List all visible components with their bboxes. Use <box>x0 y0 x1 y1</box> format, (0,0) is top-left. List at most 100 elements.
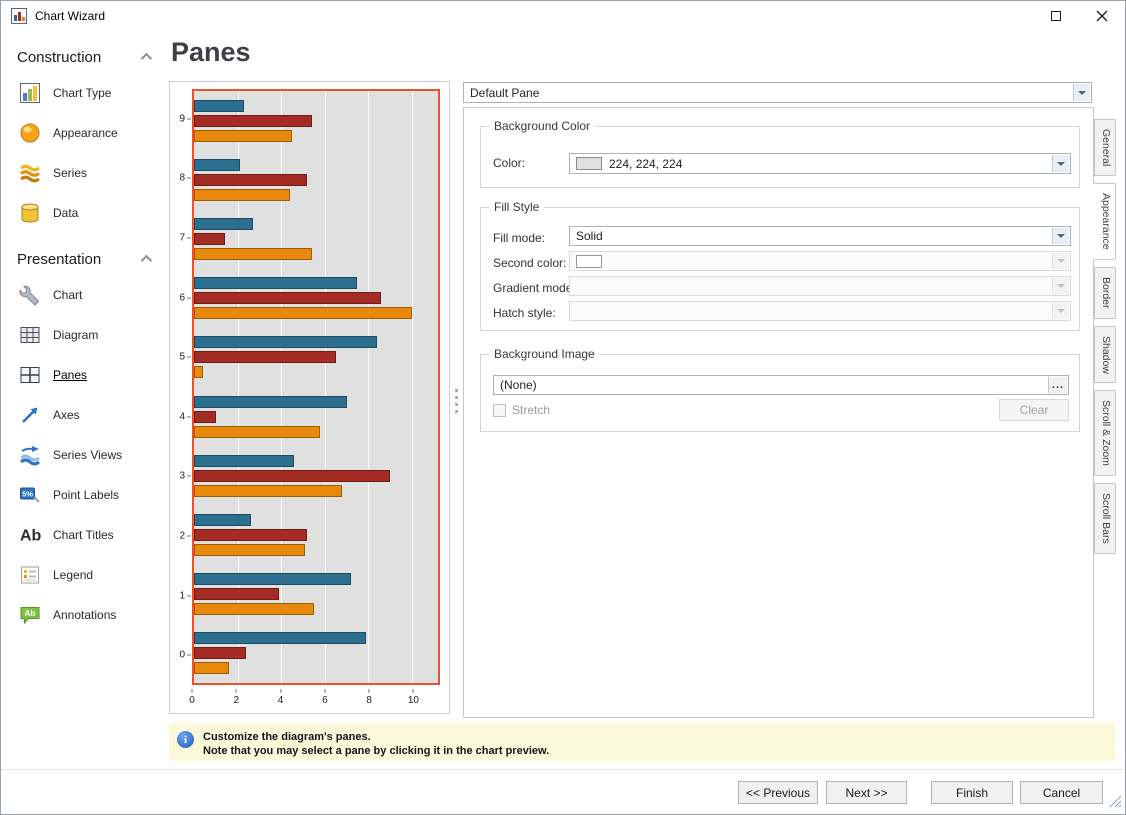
previous-button[interactable]: << Previous <box>738 781 818 804</box>
sidebar-item-axes[interactable]: Axes <box>1 395 165 435</box>
x-axis-label: 8 <box>366 695 372 706</box>
info-bar: i Customize the diagram's panes. Note th… <box>169 723 1115 761</box>
bar-orange-6 <box>194 307 412 319</box>
bar-group-5 <box>194 328 438 387</box>
bar-group-1 <box>194 565 438 624</box>
sidebar-item-annotations[interactable]: AbAnnotations <box>1 595 165 635</box>
svg-text:Ab: Ab <box>25 609 36 618</box>
x-axis-tick <box>280 689 281 693</box>
titlebar: Chart Wizard <box>1 1 1125 31</box>
bar-blue-1 <box>194 573 351 585</box>
pane-selector-dropdown[interactable]: Default Pane <box>463 82 1092 103</box>
y-axis-tick <box>187 536 191 537</box>
sidebar-item-chart-titles[interactable]: AbChart Titles <box>1 515 165 555</box>
sidebar-item-label: Data <box>53 206 78 220</box>
tab-border[interactable]: Border <box>1094 267 1116 319</box>
data-icon <box>17 200 43 226</box>
bar-group-9 <box>194 91 438 150</box>
resize-grip[interactable] <box>1109 795 1122 811</box>
bar-red-3 <box>194 470 390 482</box>
fill-mode-dropdown[interactable]: Solid <box>569 226 1071 246</box>
sidebar-item-label: Appearance <box>53 126 118 140</box>
tab-appearance[interactable]: Appearance <box>1093 183 1116 260</box>
bar-red-6 <box>194 292 381 304</box>
cancel-button[interactable]: Cancel <box>1020 781 1103 804</box>
x-axis-tick <box>369 689 370 693</box>
color-label: Color: <box>493 153 525 173</box>
y-axis-label: 7 <box>179 233 185 244</box>
info-icon: i <box>177 731 194 748</box>
close-icon <box>1096 10 1108 22</box>
chart-wizard-window: Chart Wizard Construction Chart Type Appea… <box>0 0 1126 815</box>
bar-orange-5 <box>194 366 203 378</box>
default-pane[interactable] <box>192 89 440 685</box>
sidebar-item-series-views[interactable]: Series Views <box>1 435 165 475</box>
tab-scroll-zoom[interactable]: Scroll & Zoom <box>1094 390 1116 476</box>
tab-general[interactable]: General <box>1094 119 1116 176</box>
y-axis-label: 3 <box>179 471 185 482</box>
maximize-button[interactable] <box>1033 1 1079 31</box>
bar-blue-9 <box>194 100 244 112</box>
x-axis-label: 6 <box>322 695 328 706</box>
browse-button[interactable]: ... <box>1048 377 1067 393</box>
page-title: Panes <box>171 37 251 68</box>
chevron-down-icon <box>1052 278 1069 294</box>
sidebar: Construction Chart Type Appearance Series Da… <box>1 31 165 769</box>
background-color-dropdown[interactable]: 224, 224, 224 <box>569 153 1071 174</box>
sidebar-item-chart[interactable]: Chart <box>1 275 165 315</box>
sidebar-item-point-labels[interactable]: 5%Point Labels <box>1 475 165 515</box>
gradient-mode-label: Gradient mode: <box>493 278 576 298</box>
section-label: Construction <box>17 49 101 66</box>
splitter-handle[interactable] <box>453 387 460 415</box>
next-button[interactable]: Next >> <box>826 781 907 804</box>
bar-orange-9 <box>194 130 292 142</box>
color-value: 224, 224, 224 <box>609 157 682 171</box>
sidebar-section-presentation[interactable]: Presentation <box>1 243 165 275</box>
sidebar-item-label: Panes <box>53 368 87 382</box>
bar-orange-4 <box>194 426 320 438</box>
bar-orange-8 <box>194 189 290 201</box>
sidebar-item-diagram[interactable]: Diagram <box>1 315 165 355</box>
info-line-2: Note that you may select a pane by click… <box>203 744 549 758</box>
sidebar-item-appearance[interactable]: Appearance <box>1 113 165 153</box>
tab-scroll-bars[interactable]: Scroll Bars <box>1094 483 1116 554</box>
y-axis-tick <box>187 297 191 298</box>
sidebar-item-label: Series Views <box>53 448 122 462</box>
y-axis-tick <box>187 118 191 119</box>
x-axis-label: 10 <box>408 695 419 706</box>
y-axis-tick <box>187 357 191 358</box>
bar-blue-0 <box>194 632 366 644</box>
x-axis-label: 0 <box>189 695 195 706</box>
y-axis-tick <box>187 595 191 596</box>
bar-group-8 <box>194 150 438 209</box>
section-label: Presentation <box>17 251 101 268</box>
bar-group-3 <box>194 446 438 505</box>
y-axis-labels: 0123456789 <box>170 89 191 685</box>
tab-shadow[interactable]: Shadow <box>1094 326 1116 384</box>
sidebar-section-construction[interactable]: Construction <box>1 41 165 73</box>
sidebar-item-legend[interactable]: Legend <box>1 555 165 595</box>
chart-type-icon <box>17 80 43 106</box>
y-axis-tick <box>187 476 191 477</box>
fill-style-group: Fill Style Fill mode:SolidSecond color:G… <box>480 207 1080 331</box>
sidebar-item-data[interactable]: Data <box>1 193 165 233</box>
x-axis-tick <box>236 689 237 693</box>
sidebar-item-chart-type[interactable]: Chart Type <box>1 73 165 113</box>
bar-blue-3 <box>194 455 294 467</box>
sidebar-item-label: Series <box>53 166 87 180</box>
close-button[interactable] <box>1079 1 1125 31</box>
finish-button[interactable]: Finish <box>931 781 1013 804</box>
sidebar-item-series[interactable]: Series <box>1 153 165 193</box>
pane-selector-value: Default Pane <box>470 86 539 100</box>
x-axis-tick <box>324 689 325 693</box>
bar-group-0 <box>194 624 438 683</box>
background-image-dropdown[interactable]: (None) ... <box>493 375 1069 395</box>
y-axis-tick <box>187 416 191 417</box>
window-title: Chart Wizard <box>35 9 105 23</box>
background-image-group: Background Image (None) ... Stretch Clea… <box>480 354 1080 432</box>
sidebar-item-panes[interactable]: Panes <box>1 355 165 395</box>
bar-group-2 <box>194 505 438 564</box>
gradient-mode-dropdown <box>569 276 1071 296</box>
bar-red-4 <box>194 411 216 423</box>
bar-red-7 <box>194 233 225 245</box>
